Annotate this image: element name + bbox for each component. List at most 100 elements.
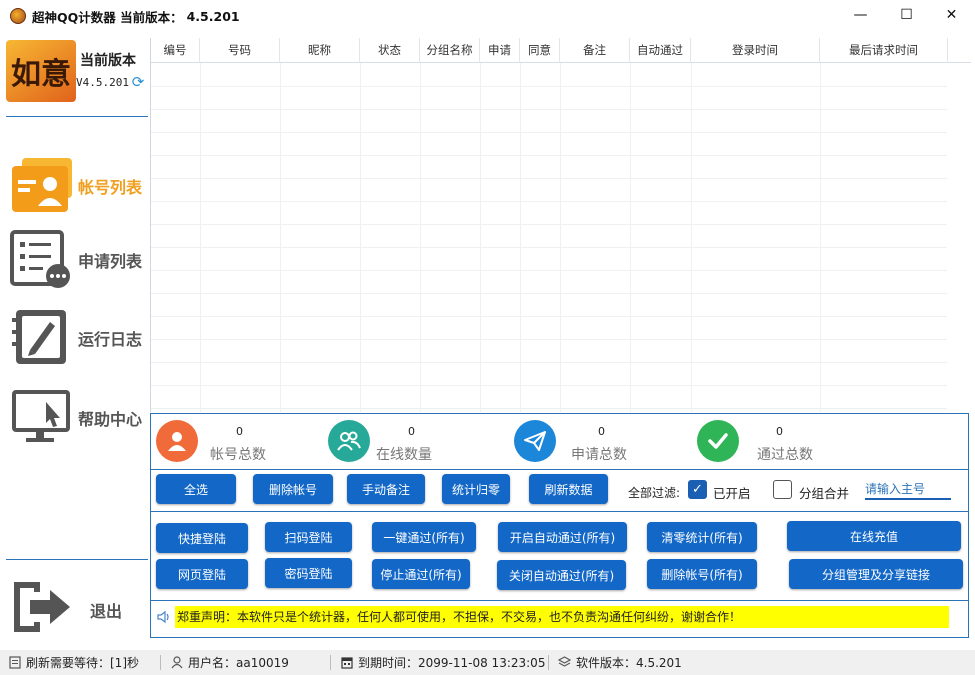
sidebar-divider (6, 116, 148, 117)
grid-row-line (151, 178, 947, 179)
column-header[interactable]: 自动通过 (630, 38, 691, 63)
password-login-button[interactable]: 密码登陆 (265, 558, 352, 588)
logo: 如意 (6, 40, 76, 102)
monitor-help-icon (12, 390, 70, 442)
column-header[interactable]: 分组名称 (420, 38, 480, 63)
enable-auto-approve-all-button[interactable]: 开启自动通过(所有) (498, 522, 627, 552)
grid-column-line (280, 63, 281, 412)
grid-column-line (200, 63, 201, 412)
sidebar-item-request-list[interactable]: 申请列表 (0, 230, 150, 290)
approve-all-button[interactable]: 一键通过(所有) (372, 522, 476, 552)
manual-note-button[interactable]: 手动备注 (347, 474, 425, 504)
exit-label: 退出 (90, 602, 123, 621)
maximize-icon: ☐ (900, 7, 913, 23)
sidebar-item-label: 申请列表 (78, 252, 143, 271)
grid-row-line (151, 339, 947, 340)
minimize-icon: — (853, 7, 868, 23)
grid-column-line (420, 63, 421, 412)
stat-label: 帐号总数 (210, 447, 266, 463)
grid-column-line (360, 63, 361, 412)
grid-column-line (560, 63, 561, 412)
close-button[interactable]: ✕ (929, 0, 974, 30)
column-header[interactable]: 号码 (200, 38, 280, 63)
panel-divider (151, 511, 968, 512)
stat-value: 0 (776, 425, 783, 438)
main-qq-input[interactable] (865, 480, 951, 500)
maximize-button[interactable]: ☐ (884, 0, 929, 30)
grid-row-line (151, 362, 947, 363)
online-recharge-button[interactable]: 在线充值 (787, 521, 961, 551)
account-list-icon (12, 158, 72, 212)
user-icon (156, 420, 198, 462)
grid-column-line (820, 63, 821, 412)
account-table[interactable]: 编号 号码 昵称 状态 分组名称 申请 同意 备注 自动通过 登录时间 最后请求… (150, 38, 971, 412)
grid-column-line (691, 63, 692, 412)
stop-approve-all-button[interactable]: 停止通过(所有) (372, 559, 470, 589)
column-header[interactable]: 备注 (560, 38, 630, 63)
stat-value: 0 (408, 425, 415, 438)
table-body (151, 63, 947, 412)
column-header[interactable]: 昵称 (280, 38, 360, 63)
grid-row-line (151, 408, 947, 409)
column-header[interactable]: 申请 (480, 38, 520, 63)
layers-icon (558, 656, 571, 669)
paper-plane-icon (514, 420, 556, 462)
app-icon (10, 8, 26, 24)
status-username-text: 用户名：aa10019 (188, 656, 289, 670)
minimize-button[interactable]: — (838, 0, 883, 30)
refresh-data-button[interactable]: 刷新数据 (529, 474, 608, 504)
grid-column-line (480, 63, 481, 412)
close-icon: ✕ (945, 7, 958, 23)
speaker-icon (157, 610, 171, 624)
sidebar-item-label: 运行日志 (78, 330, 143, 349)
stat-value: 0 (236, 425, 243, 438)
disable-auto-approve-all-button[interactable]: 关闭自动通过(所有) (497, 560, 626, 590)
group-share-button[interactable]: 分组管理及分享链接 (789, 559, 963, 589)
sidebar-item-account-list[interactable]: 帐号列表 (0, 156, 150, 216)
filter-all-label: 全部过滤: (628, 486, 681, 500)
delete-accounts-all-button[interactable]: 删除帐号(所有) (647, 559, 757, 589)
column-header[interactable]: 最后请求时间 (820, 38, 948, 63)
version-title: 当前版本 (80, 53, 136, 69)
quick-login-button[interactable]: 快捷登陆 (156, 523, 248, 553)
column-header[interactable]: 编号 (151, 38, 200, 63)
grid-row-line (151, 86, 947, 87)
grid-row-line (151, 224, 947, 225)
column-header[interactable]: 登录时间 (691, 38, 820, 63)
column-header[interactable]: 同意 (520, 38, 560, 63)
reset-stats-button[interactable]: 统计归零 (442, 474, 510, 504)
check-icon (697, 420, 739, 462)
sidebar-item-help-center[interactable]: 帮助中心 (0, 388, 150, 448)
web-login-button[interactable]: 网页登陆 (156, 559, 248, 589)
exit-icon (14, 582, 70, 632)
logo-mark: 如意 (11, 57, 71, 92)
refresh-icon[interactable]: ⟳ (130, 74, 146, 90)
group-merge-checkbox[interactable] (773, 480, 792, 499)
sidebar-item-run-log[interactable]: 运行日志 (0, 308, 150, 368)
status-expire: 到期时间：2099-11-08 13:23:05 (340, 650, 545, 675)
title-bar: 超神QQ计数器 当前版本： 4.5.201 — ☐ ✕ (0, 0, 975, 32)
exit-button[interactable]: 退出 (0, 578, 150, 638)
panel-divider (151, 469, 968, 470)
users-icon (328, 420, 370, 462)
grid-row-line (151, 155, 947, 156)
enabled-checkbox[interactable]: ✓ (688, 480, 707, 499)
column-header[interactable]: 状态 (360, 38, 420, 63)
version-number: V4.5.201 (76, 76, 129, 89)
stat-label: 通过总数 (757, 447, 813, 463)
group-merge-label: 分组合并 (799, 486, 850, 501)
clear-stats-all-button[interactable]: 清零统计(所有) (647, 522, 757, 552)
window-title-version: 4.5.201 (186, 8, 240, 24)
grid-column-line (630, 63, 631, 412)
disclaimer-notice: 郑重声明：本软件只是个统计器，任何人都可使用，不担保，不交易，也不负责沟通任何纠… (175, 606, 949, 628)
grid-row-line (151, 293, 947, 294)
scan-login-button[interactable]: 扫码登陆 (265, 522, 352, 552)
grid-row-line (151, 132, 947, 133)
select-all-button[interactable]: 全选 (156, 474, 236, 504)
window-title: 超神QQ计数器 当前版本： (32, 9, 183, 25)
stat-value: 0 (598, 425, 605, 438)
status-soft-version: 软件版本：4.5.201 (558, 650, 682, 675)
panel-divider (151, 600, 968, 601)
delete-account-button[interactable]: 删除帐号 (253, 474, 333, 504)
check-icon: ✓ (692, 482, 703, 497)
